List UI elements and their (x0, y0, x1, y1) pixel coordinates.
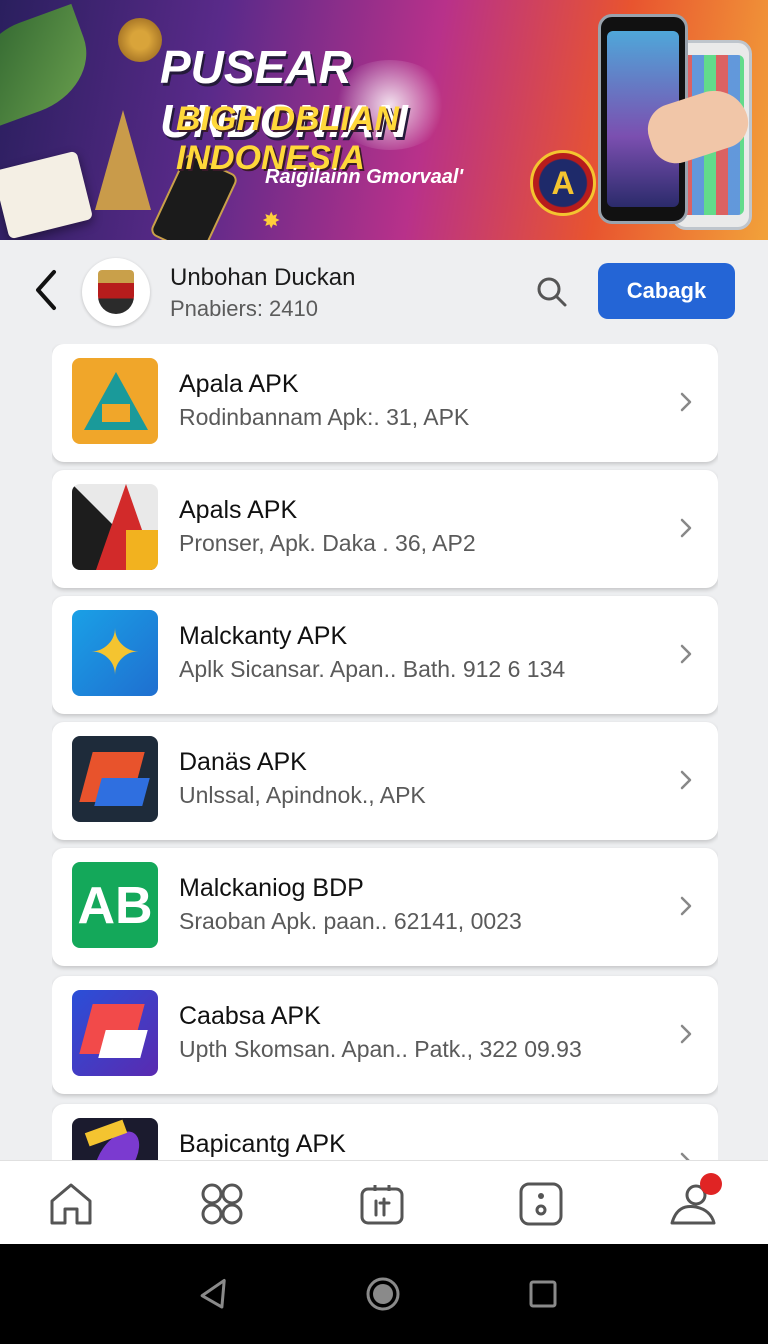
ab-monogram-icon: AB (72, 862, 158, 948)
nav-info[interactable] (516, 1179, 566, 1229)
list-item[interactable]: Caabsa APK Upth Skomsan. Apan.. Patk., 3… (52, 976, 718, 1094)
chevron-right-icon (680, 1024, 692, 1044)
app-description: Rodinbannam Apk:. 31, APK (179, 404, 470, 430)
sparkle-icon: ✸ (262, 208, 281, 233)
coin-letter: A (551, 165, 575, 201)
purple-feather-icon (72, 1118, 158, 1160)
app-description: Sraoban Apk. paan.. 62141, 0023 (179, 908, 522, 934)
page-title: Unbohan Duckan (170, 264, 356, 291)
list-item[interactable]: Apals APK Pronser, Apk. Daka . 36, AP2 (52, 470, 718, 588)
red-white-chevron-icon (72, 990, 158, 1076)
teal-a-icon (72, 358, 158, 444)
triangle-back-icon (200, 1278, 226, 1309)
chevron-right-icon (680, 518, 692, 538)
chevron-right-icon (680, 1152, 690, 1160)
chevron-right-icon (680, 896, 692, 916)
store-icon (360, 1185, 404, 1225)
square-recents-icon (529, 1280, 557, 1308)
page-subtitle: Pnabiers: 2410 (170, 296, 318, 321)
info-icon (519, 1182, 563, 1226)
tower-decoration (95, 110, 151, 210)
garuda-emblem-icon (118, 18, 162, 62)
list-item[interactable]: Bapicantg APK (52, 1104, 718, 1160)
crest-icon (98, 270, 134, 314)
app-list[interactable]: Apala APK Rodinbannam Apk:. 31, APK Apal… (52, 344, 718, 1160)
system-recents-button[interactable] (523, 1274, 563, 1314)
app-description: Upth Skomsan. Apan.. Patk., 322 09.93 (179, 1036, 582, 1062)
system-back-button[interactable] (194, 1274, 234, 1314)
chevron-right-icon (680, 770, 692, 790)
promo-banner[interactable]: PUSEAR UNDONIAN BIGH DBLIAN INDONESIA Ra… (0, 0, 768, 240)
apps-grid-icon (201, 1183, 243, 1225)
banner-tagline: Raigilainn Gmorvaal' (265, 166, 464, 188)
chevron-left-icon (36, 270, 56, 310)
star-arrow-icon: ✦ (72, 610, 158, 696)
chevron-right-icon (680, 392, 692, 412)
app-name: Apals APK (179, 496, 298, 524)
system-navigation-bar (0, 1244, 768, 1344)
list-item[interactable]: AB Malckaniog BDP Sraoban Apk. paan.. 62… (52, 848, 718, 966)
app-name: Malckaniog BDP (179, 874, 364, 902)
avatar[interactable] (82, 258, 150, 326)
primary-action-button[interactable]: Cabagk (598, 263, 735, 319)
nav-profile[interactable] (668, 1173, 722, 1229)
nav-apps[interactable] (197, 1179, 247, 1229)
list-item[interactable]: Danäs APK Unlssal, Apindnok., APK (52, 722, 718, 840)
app-description: Unlssal, Apindnok., APK (179, 782, 426, 808)
app-name: Bapicantg APK (179, 1130, 346, 1158)
red-black-a-icon (72, 484, 158, 570)
chevron-right-icon (680, 644, 692, 664)
page-header: Unbohan Duckan Pnabiers: 2410 Cabagk (0, 240, 768, 340)
nav-home[interactable] (46, 1179, 96, 1229)
coin-logo-icon: A (530, 150, 596, 216)
app-name: Danäs APK (179, 748, 307, 776)
list-item[interactable]: ✦ Malckanty APK Aplk Sicansar. Apan.. Ba… (52, 596, 718, 714)
app-name: Caabsa APK (179, 1002, 321, 1030)
app-name: Malckanty APK (179, 622, 348, 650)
playing-card-decoration (0, 150, 94, 240)
nav-store[interactable] (357, 1179, 407, 1229)
app-name: Apala APK (179, 370, 299, 398)
app-description: Aplk Sicansar. Apan.. Bath. 912 6 134 (179, 656, 566, 682)
bottom-navigation (0, 1160, 768, 1244)
system-home-button[interactable] (363, 1274, 403, 1314)
list-item[interactable]: Apala APK Rodinbannam Apk:. 31, APK (52, 344, 718, 462)
back-button[interactable] (26, 262, 66, 318)
search-icon (537, 277, 567, 307)
search-button[interactable] (532, 272, 572, 312)
palm-leaf-decoration (0, 3, 103, 127)
circle-home-icon (366, 1277, 400, 1311)
app-description: Pronser, Apk. Daka . 36, AP2 (179, 530, 476, 556)
orange-blue-chevron-icon (72, 736, 158, 822)
notification-badge (700, 1173, 722, 1195)
home-icon (50, 1183, 92, 1225)
